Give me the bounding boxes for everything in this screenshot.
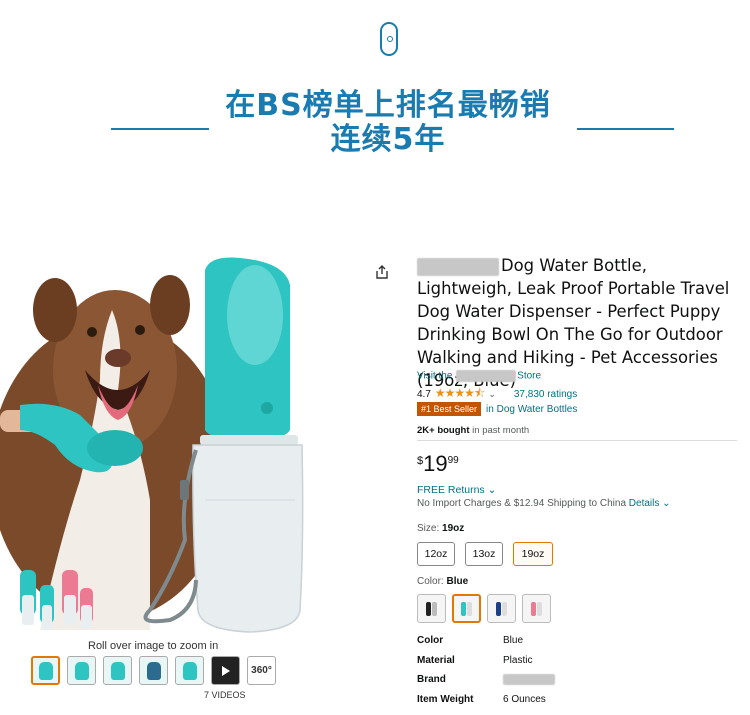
rating-value: 4.7 <box>417 389 431 400</box>
play-icon <box>221 665 230 676</box>
spec-row: Item Weight 6 Ounces <box>417 693 546 705</box>
thumbnail-strip: 360° <box>31 656 276 685</box>
spec-row: Color Blue <box>417 635 524 647</box>
color-label: Color: Blue <box>417 576 469 587</box>
color-option-black[interactable] <box>417 594 446 623</box>
best-seller-row: #1 Best Seller in Dog Water Bottles <box>417 402 577 416</box>
brand-value-redacted <box>503 674 555 686</box>
phone-icon <box>380 22 398 56</box>
video-thumbnail[interactable] <box>211 656 240 685</box>
banner-headline: 在BS榜单上排名最畅销 连续5年 <box>0 89 750 157</box>
product-main-image[interactable] <box>0 240 310 635</box>
brand-redacted <box>417 257 499 276</box>
banner-line-1: 在BS榜单上排名最畅销 <box>225 88 551 123</box>
thumbnail[interactable] <box>175 656 204 685</box>
panorama-thumbnail[interactable]: 360° <box>247 656 276 685</box>
color-option-navy[interactable] <box>487 594 516 623</box>
shipping-details-link[interactable]: Details ⌄ <box>629 498 671 509</box>
size-option-19oz[interactable]: 19oz <box>513 542 553 566</box>
size-option-13oz[interactable]: 13oz <box>465 542 503 566</box>
size-options: 12oz 13oz 19oz <box>417 542 553 566</box>
share-icon[interactable] <box>374 264 390 280</box>
bought-count: 2K+ bought in past month <box>417 425 530 436</box>
chevron-down-icon[interactable]: ⌄ <box>488 389 496 400</box>
product-specs: Color Blue Material Plastic Brand Item Wei… <box>417 631 555 709</box>
size-label: Size: 19oz <box>417 523 465 534</box>
color-option-blue[interactable] <box>452 594 481 623</box>
price: $ 19 99 <box>417 452 459 476</box>
videos-label: 7 VIDEOS <box>204 690 246 700</box>
best-seller-category-link[interactable]: in Dog Water Bottles <box>486 404 577 415</box>
thumbnail[interactable] <box>139 656 168 685</box>
shipping-info: No Import Charges & $12.94 Shipping to C… <box>417 498 671 509</box>
price-fraction: 99 <box>447 455 459 466</box>
store-name-redacted <box>456 370 517 382</box>
spec-row: Brand <box>417 670 555 690</box>
best-seller-badge: #1 Best Seller <box>417 402 482 416</box>
section-divider <box>417 440 737 441</box>
color-options <box>417 594 551 623</box>
thumbnail[interactable] <box>103 656 132 685</box>
spec-row: Material Plastic <box>417 654 533 666</box>
ratings-count-link[interactable]: 37,830 ratings <box>514 389 577 400</box>
thumbnail[interactable] <box>67 656 96 685</box>
store-link[interactable]: Visit the Store <box>417 370 541 382</box>
thumbnail[interactable] <box>31 656 60 685</box>
price-whole: 19 <box>423 451 448 476</box>
color-option-pink[interactable] <box>522 594 551 623</box>
zoom-hint: Roll over image to zoom in <box>88 640 219 652</box>
banner-line-2: 连续5年 <box>330 122 446 157</box>
free-returns-link[interactable]: FREE Returns ⌄ <box>417 484 496 496</box>
size-option-12oz[interactable]: 12oz <box>417 542 455 566</box>
